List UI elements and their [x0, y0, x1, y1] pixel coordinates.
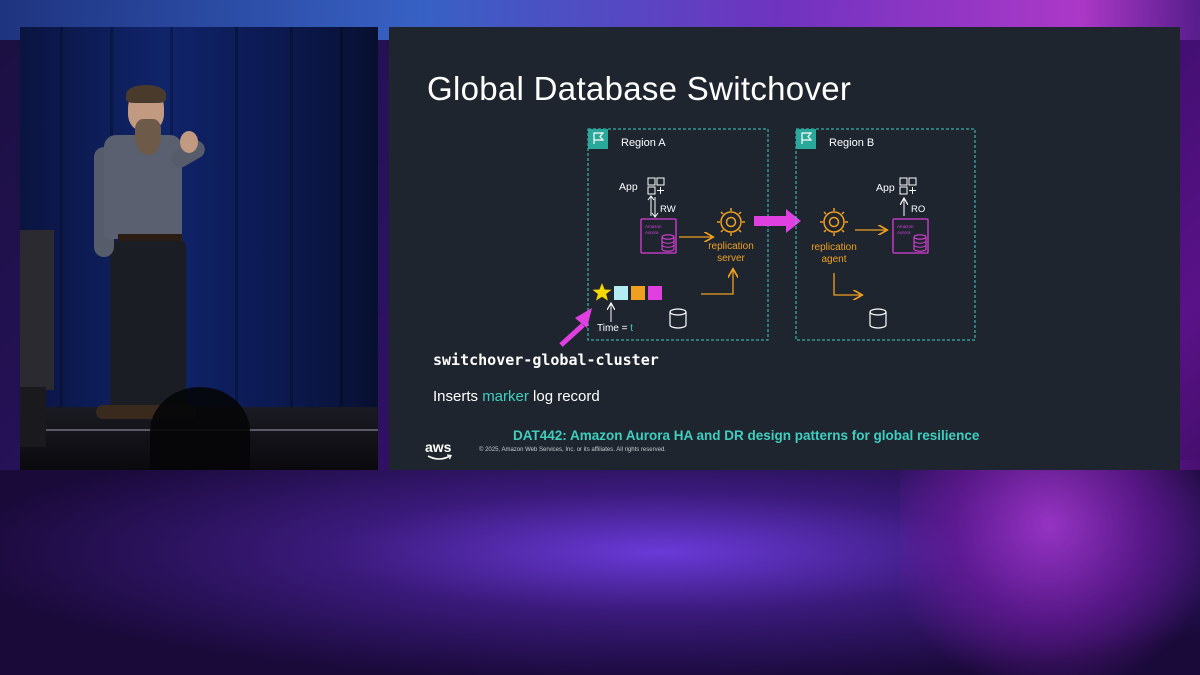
region-a-rw-arrows — [647, 195, 659, 218]
region-b-aurora-db-icon: Amazon Aurora — [892, 218, 929, 254]
region-a: Region A App RW Amazon Aurora replicatio… — [559, 128, 769, 347]
pointer-arrow-shaft — [559, 323, 585, 347]
region-a-app-label: App — [619, 181, 638, 193]
curtain-fold — [290, 27, 293, 407]
command-text: switchover-global-cluster — [433, 351, 659, 369]
svg-text:Aurora: Aurora — [897, 230, 911, 235]
copyright-text: © 2025, Amazon Web Services, Inc. or its… — [479, 447, 666, 453]
speaker-beard — [135, 119, 161, 155]
pointer-arrow-head — [575, 308, 592, 328]
region-a-label: Region A — [621, 137, 666, 149]
region-b-app-icon — [899, 177, 917, 195]
session-title: DAT442: Amazon Aurora HA and DR design p… — [513, 428, 980, 443]
speaker-hand — [180, 131, 198, 153]
aws-logo: aws — [425, 439, 452, 455]
region-a-app-icon — [647, 177, 665, 195]
curtain-fold — [60, 27, 63, 407]
podium-base — [20, 387, 46, 447]
speaker-belt — [118, 234, 182, 241]
replication-server-gear-icon — [717, 208, 745, 236]
log-record-2 — [631, 286, 645, 300]
region-b-label: Region B — [829, 137, 874, 149]
curtain-fold — [235, 27, 238, 407]
speaker-hair — [126, 85, 166, 103]
region-b-border — [795, 128, 976, 341]
region-b-storage-icon — [869, 308, 887, 329]
region-a-aurora-db-icon: Amazon Aurora — [640, 218, 677, 254]
podium — [20, 230, 54, 390]
presentation-slide: Global Database Switchover Region A App — [389, 27, 1180, 470]
region-b-app-label: App — [876, 182, 895, 194]
svg-text:Amazon: Amazon — [897, 224, 914, 229]
region-a-border — [587, 128, 769, 341]
region-a-storage-icon — [669, 308, 687, 329]
svg-text:Aurora: Aurora — [645, 230, 659, 235]
svg-text:Amazon: Amazon — [645, 224, 662, 229]
replication-agent-label-line1: replication — [811, 242, 857, 253]
marker-highlight: marker — [482, 388, 529, 405]
region-a-flag-icon — [588, 129, 608, 149]
region-b: Region B replication agent App RO Amazon — [795, 128, 976, 341]
log-record-3 — [648, 286, 662, 300]
replication-agent-label-line2: agent — [821, 254, 846, 265]
replication-server-label-line1: replication — [708, 241, 754, 252]
audience-silhouette — [150, 387, 250, 470]
region-a-access-label: RW — [660, 204, 676, 215]
cross-region-arrow — [754, 209, 801, 233]
speaker-video — [20, 27, 378, 470]
replication-server-label-line2: server — [717, 253, 745, 264]
marker-star-icon — [592, 283, 612, 301]
log-record-1 — [614, 286, 628, 300]
aws-smile-icon — [427, 454, 452, 460]
speaker-legs — [110, 241, 186, 411]
region-b-access-label: RO — [911, 204, 925, 215]
region-b-flag-icon — [796, 129, 816, 149]
agent-to-storage-arrow — [833, 273, 861, 295]
inserts-text: Inserts marker log record — [433, 388, 600, 405]
replication-agent-gear-icon — [820, 208, 848, 236]
curtain-fold — [340, 27, 343, 407]
log-to-server-arrow — [701, 270, 733, 295]
background-glow-right — [900, 460, 1200, 675]
time-label: Time = t — [597, 323, 633, 334]
